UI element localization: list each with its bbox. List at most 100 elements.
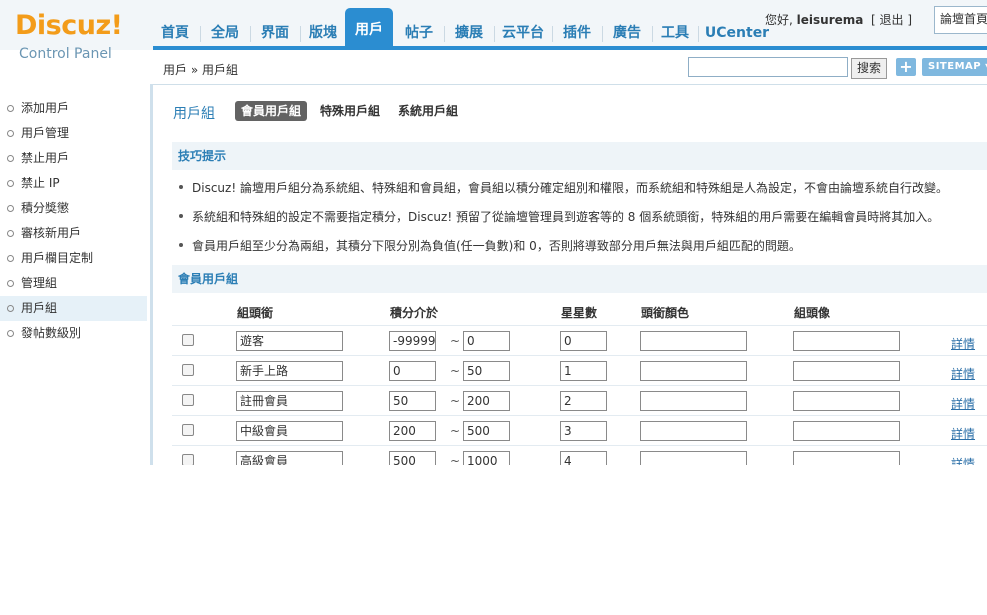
bullet-icon <box>7 255 14 262</box>
nav-ucenter[interactable]: UCenter <box>701 20 773 48</box>
credits-min-input[interactable]: -99999 <box>389 331 436 351</box>
stars-input[interactable]: 3 <box>560 421 607 441</box>
color-input[interactable] <box>640 451 747 465</box>
bullet-icon <box>7 305 14 312</box>
sidebar-item-ban-ip[interactable]: 禁止 IP <box>0 171 147 196</box>
credits-max-input[interactable]: 200 <box>463 391 510 411</box>
nav-plugin[interactable]: 插件 <box>555 20 599 48</box>
nav-global[interactable]: 全局 <box>203 20 247 48</box>
row-checkbox[interactable] <box>182 424 194 436</box>
sidebar-item-admin-group[interactable]: 管理組 <box>0 271 147 296</box>
sidebar-item-label: 添加用戶 <box>21 101 70 115</box>
detail-link[interactable]: 詳情 <box>951 365 975 382</box>
sitemap-label: SITEMAP <box>928 61 982 72</box>
logout-link[interactable]: [ 退出 ] <box>871 13 912 27</box>
breadcrumb: 用戶 » 用戶組 <box>163 63 238 77</box>
tips-title: 技巧提示 <box>172 142 987 170</box>
group-icon-input[interactable] <box>793 421 900 441</box>
add-shortcut-button[interactable]: + <box>896 58 916 76</box>
credits-min-input[interactable]: 200 <box>389 421 436 441</box>
group-title-input[interactable]: 中級會員 <box>236 421 343 441</box>
group-icon-input[interactable] <box>793 391 900 411</box>
credits-min-input[interactable]: 0 <box>389 361 436 381</box>
detail-link[interactable]: 詳情 <box>951 425 975 442</box>
sidebar-item-moderate[interactable]: 審核新用戶 <box>0 221 147 246</box>
stars-input[interactable]: 0 <box>560 331 607 351</box>
sidebar-item-label: 發帖數級別 <box>21 326 82 340</box>
table-row: 中級會員 200 ~ 500 3 詳情 <box>172 415 987 446</box>
group-title-input[interactable]: 高級會員 <box>236 451 343 465</box>
column-header-credits: 積分介於 <box>390 306 439 320</box>
sitemap-button[interactable]: SITEMAP ▾ <box>922 58 987 76</box>
credits-max-input[interactable]: 1000 <box>463 451 510 465</box>
sidebar-item-ban-user[interactable]: 禁止用戶 <box>0 146 147 171</box>
tab-member-groups[interactable]: 會員用戶組 <box>235 101 308 121</box>
tab-system-groups[interactable]: 系統用戶組 <box>392 101 464 121</box>
credits-max-input[interactable]: 0 <box>463 331 510 351</box>
sidebar-item-label: 管理組 <box>21 276 58 290</box>
group-title-input[interactable]: 遊客 <box>236 331 343 351</box>
group-icon-input[interactable] <box>793 451 900 465</box>
range-separator: ~ <box>450 424 461 438</box>
credits-min-input[interactable]: 50 <box>389 391 436 411</box>
search-button[interactable]: 搜索 <box>851 58 888 79</box>
sidebar-item-add-user[interactable]: 添加用戶 <box>0 96 147 121</box>
tab-special-groups[interactable]: 特殊用戶組 <box>314 101 386 121</box>
color-input[interactable] <box>640 421 747 441</box>
logo-subtitle: Control Panel <box>19 46 112 62</box>
sidebar-item-user-group[interactable]: 用戶組 <box>0 296 147 321</box>
main-content: 用戶組 會員用戶組 特殊用戶組 系統用戶組 技巧提示 Discuz! 論壇用戶組… <box>160 84 987 465</box>
nav-extend[interactable]: 擴展 <box>447 20 491 48</box>
jump-select[interactable]: 論壇首頁 <box>934 6 987 34</box>
credits-max-input[interactable]: 500 <box>463 421 510 441</box>
row-checkbox[interactable] <box>182 394 194 406</box>
detail-link[interactable]: 詳情 <box>951 455 975 465</box>
color-input[interactable] <box>640 361 747 381</box>
color-input[interactable] <box>640 391 747 411</box>
groups-title: 會員用戶組 <box>172 265 987 293</box>
detail-link[interactable]: 詳情 <box>951 335 975 352</box>
sidebar-item-user-manage[interactable]: 用戶管理 <box>0 121 147 146</box>
group-title-input[interactable]: 註冊會員 <box>236 391 343 411</box>
sub-bar: 用戶 » 用戶組 搜索 + SITEMAP ▾ <box>153 50 987 85</box>
row-checkbox[interactable] <box>182 334 194 346</box>
nav-style[interactable]: 界面 <box>253 20 297 48</box>
bullet-icon <box>179 243 183 247</box>
group-title-input[interactable]: 新手上路 <box>236 361 343 381</box>
bullet-icon <box>7 280 14 287</box>
row-checkbox[interactable] <box>182 454 194 465</box>
stars-input[interactable]: 4 <box>560 451 607 465</box>
stars-input[interactable]: 2 <box>560 391 607 411</box>
nav-separator <box>552 26 553 42</box>
logo-text: Discuz! <box>15 10 123 41</box>
nav-separator <box>652 26 653 42</box>
sidebar-item-profile-fields[interactable]: 用戶欄目定制 <box>0 246 147 271</box>
group-icon-input[interactable] <box>793 361 900 381</box>
sidebar-item-credits[interactable]: 積分獎懲 <box>0 196 147 221</box>
nav-user[interactable]: 用戶 <box>345 8 393 50</box>
group-icon-input[interactable] <box>793 331 900 351</box>
nav-tools[interactable]: 工具 <box>655 20 695 48</box>
nav-cloud[interactable]: 云平台 <box>497 20 549 48</box>
nav-separator <box>200 26 201 42</box>
color-input[interactable] <box>640 331 747 351</box>
detail-link[interactable]: 詳情 <box>951 395 975 412</box>
nav-ads[interactable]: 廣告 <box>605 20 649 48</box>
sidebar: 添加用戶 用戶管理 禁止用戶 禁止 IP 積分獎懲 審核新用戶 用戶欄目定制 管… <box>0 84 153 465</box>
nav-separator <box>444 26 445 42</box>
bullet-icon <box>7 155 14 162</box>
search-input[interactable] <box>688 57 848 77</box>
column-header-color: 頭銜顏色 <box>641 306 690 320</box>
nav-forum[interactable]: 版塊 <box>303 20 343 48</box>
row-checkbox[interactable] <box>182 364 194 376</box>
logo[interactable]: Discuz! Control Panel <box>10 6 150 82</box>
stars-input[interactable]: 1 <box>560 361 607 381</box>
credits-max-input[interactable]: 50 <box>463 361 510 381</box>
tip-text: Discuz! 論壇用戶組分為系統組、特殊組和會員組，會員組以積分確定組別和權限… <box>192 181 948 195</box>
page-title: 用戶組 <box>173 106 215 122</box>
table-row: 高級會員 500 ~ 1000 4 詳情 <box>172 445 987 465</box>
credits-min-input[interactable]: 500 <box>389 451 436 465</box>
nav-home[interactable]: 首頁 <box>153 20 197 48</box>
sidebar-item-post-level[interactable]: 發帖數級別 <box>0 321 147 346</box>
nav-thread[interactable]: 帖子 <box>397 20 441 48</box>
